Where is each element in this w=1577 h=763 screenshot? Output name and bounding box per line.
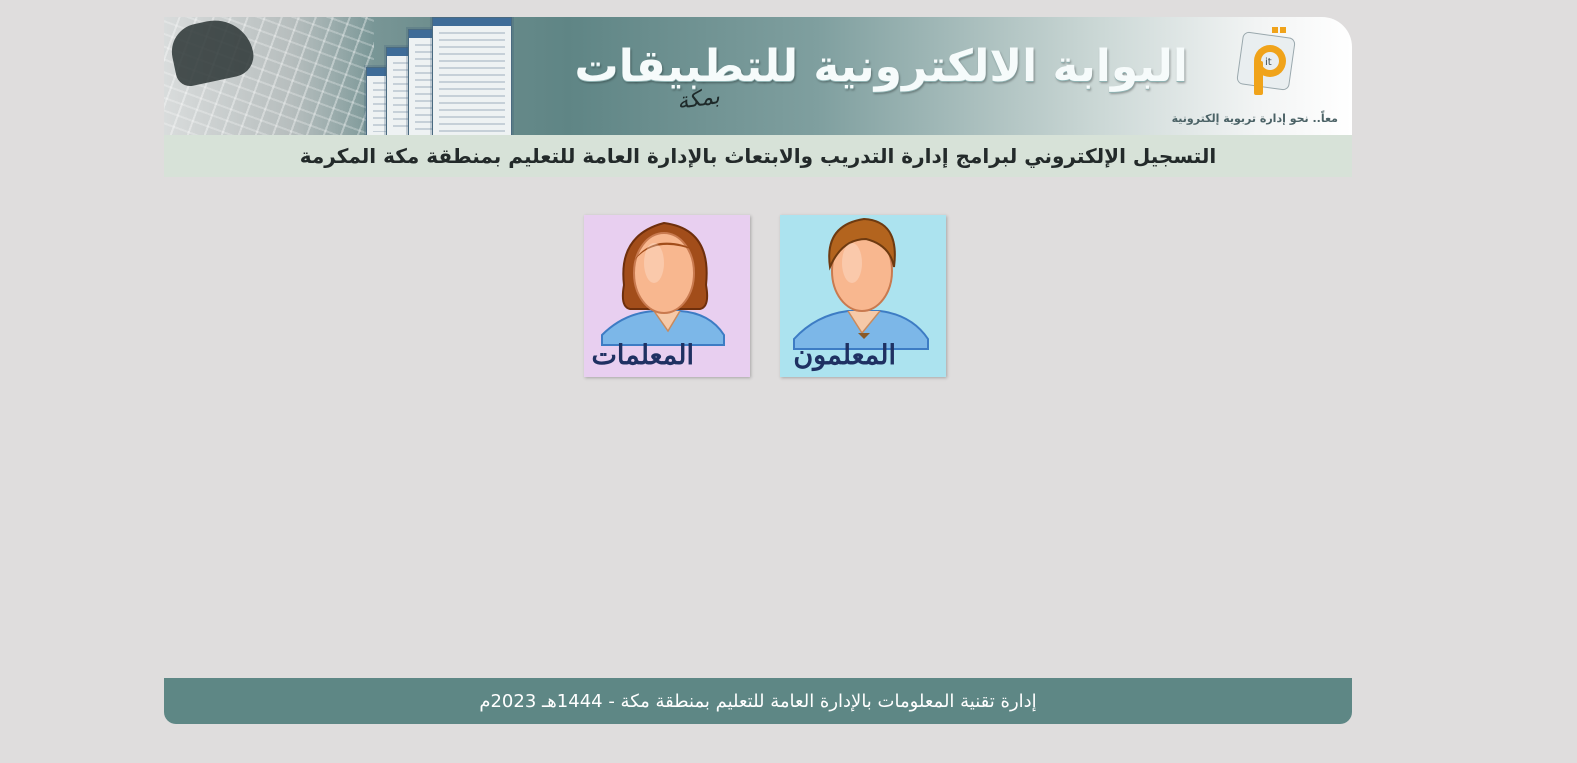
subtitle-bar: التسجيل الإلكتروني لبرامج إدارة التدريب …	[164, 135, 1352, 177]
male-teachers-label: المعلمون	[793, 340, 896, 371]
banner-title: البوابة الالكترونية للتطبيقات	[574, 41, 1188, 92]
footer-text: إدارة تقنية المعلومات بالإدارة العامة لل…	[479, 690, 1037, 712]
female-teachers-label: المعلمات	[591, 340, 694, 371]
female-teachers-button[interactable]: المعلمات	[584, 215, 750, 377]
screens-image	[364, 17, 524, 135]
page-subtitle: التسجيل الإلكتروني لبرامج إدارة التدريب …	[299, 144, 1217, 168]
svg-text:it: it	[1265, 57, 1272, 68]
it-logo-icon: it	[1236, 27, 1296, 95]
header-banner: البوابة الالكترونية للتطبيقات بمكة معاً.…	[164, 17, 1352, 135]
banner-city: بمكة	[675, 84, 722, 115]
male-teachers-button[interactable]: المعلمون	[780, 215, 946, 377]
page-container: البوابة الالكترونية للتطبيقات بمكة معاً.…	[164, 17, 1352, 177]
banner-tagline: معاً.. نحو إدارة تربوية إلكترونية	[1171, 112, 1338, 125]
footer-bar: إدارة تقنية المعلومات بالإدارة العامة لل…	[164, 678, 1352, 724]
